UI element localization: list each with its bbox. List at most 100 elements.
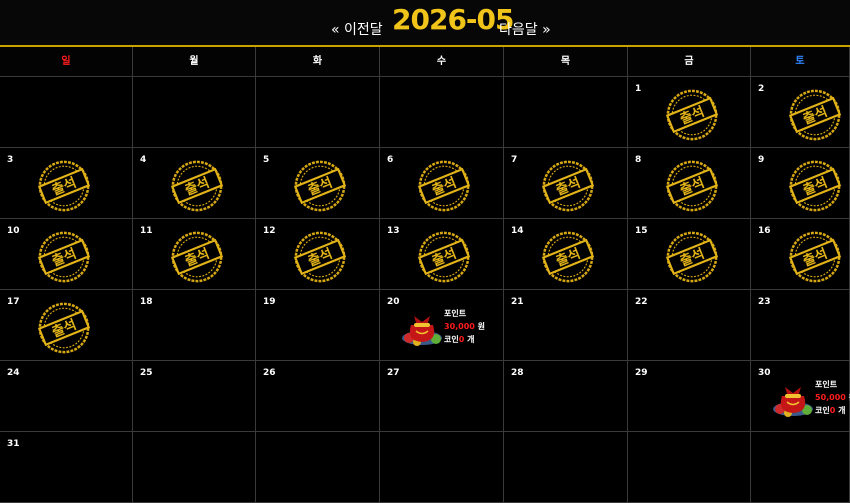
- day-number: 5: [263, 155, 270, 165]
- calendar-day-cell[interactable]: 13 출석: [380, 219, 504, 290]
- calendar-day-cell[interactable]: 31: [0, 432, 133, 503]
- calendar-day-cell[interactable]: 10 출석: [0, 219, 133, 290]
- calendar-day-cell[interactable]: 1 출석: [628, 77, 751, 148]
- day-number: 28: [511, 368, 524, 378]
- attendance-stamp-icon: 출석: [293, 231, 347, 283]
- calendar-empty-cell: [256, 432, 380, 503]
- calendar-day-cell[interactable]: 20 포인트 30,000 원 코인0 개: [380, 290, 504, 361]
- calendar-empty-cell: [133, 432, 256, 503]
- calendar-empty-cell: [0, 77, 133, 148]
- attendance-stamp-icon: 출석: [417, 231, 471, 283]
- day-number: 20: [387, 297, 400, 307]
- calendar-day-cell[interactable]: 29: [628, 361, 751, 432]
- prev-month-link[interactable]: « 이전달: [331, 19, 383, 39]
- calendar-empty-cell: [504, 432, 628, 503]
- calendar-day-cell[interactable]: 9 출석: [751, 148, 850, 219]
- calendar-day-cell[interactable]: 11 출석: [133, 219, 256, 290]
- attendance-calendar-grid: 일 월 화 수 목 금 토 1 출석 2 출석 3 출석 4 출석 5 출석 6 출석 7 출석 8 출석 9 출석 10 출석 11…: [0, 47, 850, 503]
- calendar-day-cell[interactable]: 26: [256, 361, 380, 432]
- calendar-day-cell[interactable]: 27: [380, 361, 504, 432]
- reward-title: 포인트: [444, 309, 467, 318]
- reward-amount: 50,000: [815, 393, 846, 402]
- coin-unit: 개: [464, 335, 475, 344]
- day-number: 3: [7, 155, 14, 165]
- day-number: 9: [758, 155, 765, 165]
- calendar-day-cell[interactable]: 30 포인트50,000 원코인0 개: [751, 361, 850, 432]
- day-number: 8: [635, 155, 642, 165]
- weekday-header: 금: [628, 47, 751, 77]
- calendar-empty-cell: [380, 432, 504, 503]
- attendance-stamp-icon: 출석: [417, 160, 471, 212]
- attendance-stamp-icon: 출석: [37, 231, 91, 283]
- calendar-day-cell[interactable]: 18: [133, 290, 256, 361]
- lucky-bag-icon: [402, 316, 442, 346]
- day-number: 16: [758, 226, 771, 236]
- day-number: 17: [7, 297, 20, 307]
- day-number: 26: [263, 368, 276, 378]
- day-number: 22: [635, 297, 648, 307]
- calendar-day-cell[interactable]: 5 출석: [256, 148, 380, 219]
- calendar-day-cell[interactable]: 16 출석: [751, 219, 850, 290]
- day-number: 13: [387, 226, 400, 236]
- day-number: 14: [511, 226, 524, 236]
- reward-unit: 원: [474, 322, 486, 331]
- calendar-day-cell[interactable]: 21: [504, 290, 628, 361]
- day-number: 1: [635, 84, 642, 94]
- attendance-stamp-icon: 출석: [788, 89, 842, 141]
- day-number: 29: [635, 368, 648, 378]
- calendar-day-cell[interactable]: 14 출석: [504, 219, 628, 290]
- day-number: 31: [7, 439, 20, 449]
- calendar-day-cell[interactable]: 19: [256, 290, 380, 361]
- day-number: 4: [140, 155, 147, 165]
- day-number: 10: [7, 226, 20, 236]
- calendar-day-cell[interactable]: 8 출석: [628, 148, 751, 219]
- calendar-day-cell[interactable]: 28: [504, 361, 628, 432]
- day-number: 12: [263, 226, 276, 236]
- calendar-day-cell[interactable]: 6 출석: [380, 148, 504, 219]
- reward-badge: 포인트50,000 원코인0 개: [771, 374, 850, 424]
- attendance-stamp-icon: 출석: [170, 231, 224, 283]
- weekday-header: 수: [380, 47, 504, 77]
- calendar-day-cell[interactable]: 12 출석: [256, 219, 380, 290]
- reward-badge: 포인트 30,000 원 코인0 개: [400, 303, 520, 353]
- coin-label: 코인: [815, 406, 830, 415]
- day-number: 2: [758, 84, 765, 94]
- reward-text: 포인트50,000 원코인0 개: [815, 378, 850, 417]
- attendance-stamp-icon: 출석: [541, 160, 595, 212]
- calendar-day-cell[interactable]: 25: [133, 361, 256, 432]
- attendance-stamp-icon: 출석: [170, 160, 224, 212]
- attendance-stamp-icon: 출석: [293, 160, 347, 212]
- calendar-day-cell[interactable]: 3 출석: [0, 148, 133, 219]
- reward-text: 포인트 30,000 원 코인0 개: [444, 307, 485, 346]
- calendar-day-cell[interactable]: 2 출석: [751, 77, 850, 148]
- calendar-day-cell[interactable]: 15 출석: [628, 219, 751, 290]
- coin-unit: 개: [835, 406, 846, 415]
- day-number: 25: [140, 368, 153, 378]
- attendance-stamp-icon: 출석: [788, 160, 842, 212]
- weekday-header: 목: [504, 47, 628, 77]
- calendar-day-cell[interactable]: 23: [751, 290, 850, 361]
- calendar-day-cell[interactable]: 4 출석: [133, 148, 256, 219]
- current-month-title: 2026-05: [392, 3, 515, 36]
- calendar-header: « 이전달 2026-05 다음달 »: [0, 0, 850, 47]
- calendar-day-cell[interactable]: 17 출석: [0, 290, 133, 361]
- calendar-day-cell[interactable]: 24: [0, 361, 133, 432]
- day-number: 24: [7, 368, 20, 378]
- reward-amount: 30,000: [444, 322, 475, 331]
- day-number: 11: [140, 226, 153, 236]
- lucky-bag-icon: [773, 387, 813, 417]
- calendar-day-cell[interactable]: 7 출석: [504, 148, 628, 219]
- attendance-stamp-icon: 출석: [788, 231, 842, 283]
- attendance-stamp-icon: 출석: [665, 160, 719, 212]
- day-number: 18: [140, 297, 153, 307]
- day-number: 7: [511, 155, 518, 165]
- weekday-header: 일: [0, 47, 133, 77]
- attendance-stamp-icon: 출석: [665, 231, 719, 283]
- day-number: 30: [758, 368, 771, 378]
- calendar-day-cell[interactable]: 22: [628, 290, 751, 361]
- attendance-stamp-icon: 출석: [665, 89, 719, 141]
- day-number: 27: [387, 368, 400, 378]
- next-month-link[interactable]: 다음달 »: [499, 19, 551, 39]
- day-number: 6: [387, 155, 394, 165]
- calendar-empty-cell: [628, 432, 751, 503]
